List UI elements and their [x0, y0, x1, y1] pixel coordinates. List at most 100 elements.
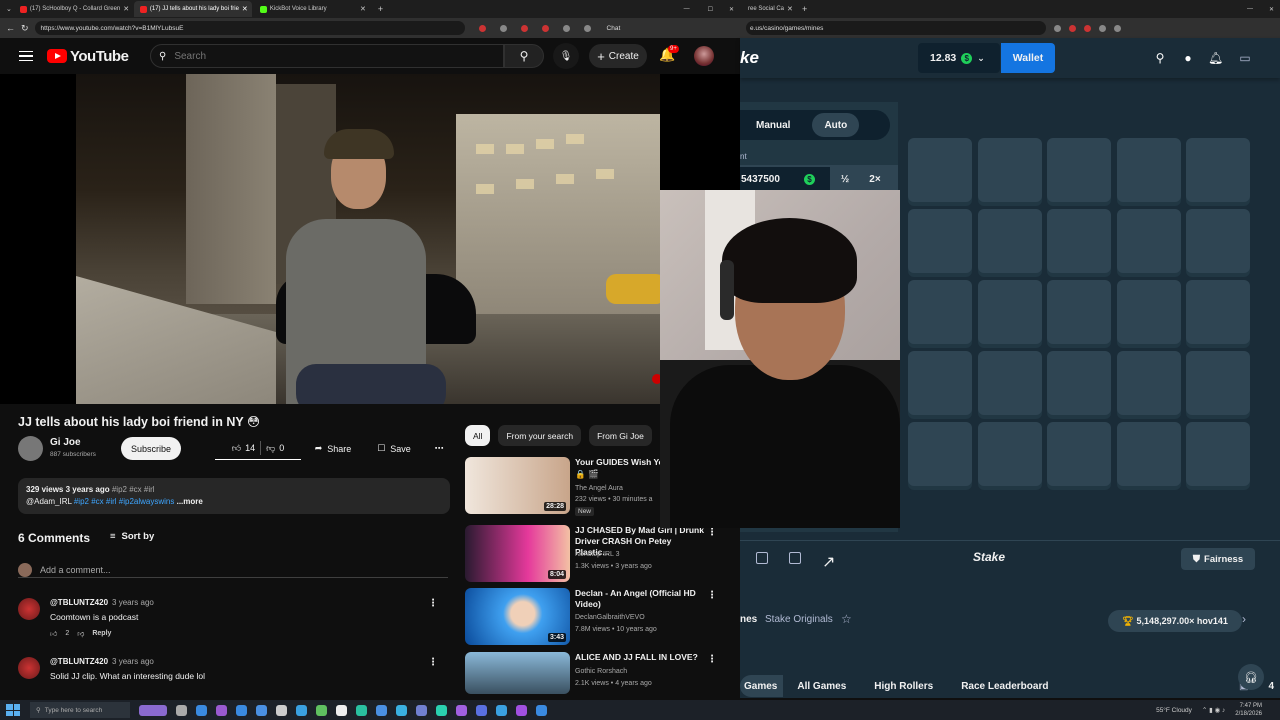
hashtags[interactable]: #ip2 #cx #irl [112, 485, 155, 494]
popout-icon[interactable]: ↗ [822, 552, 835, 571]
browser-tab[interactable]: ree Social Ca ✕ [742, 1, 794, 17]
youtube-logo[interactable]: YouTube [47, 48, 129, 65]
tray-icons[interactable]: ⌃ ▮ ◉ ♪ [1202, 706, 1225, 714]
app-icon[interactable] [476, 704, 487, 716]
mine-tile[interactable] [1047, 422, 1111, 486]
taskbar-search[interactable]: ⚲ Type here to search [30, 702, 130, 718]
tab-high-rollers[interactable]: High Rollers [860, 675, 947, 697]
mine-tile[interactable] [1186, 209, 1250, 273]
maximize-icon[interactable]: ☐ [708, 6, 713, 13]
channel-avatar[interactable] [18, 436, 43, 461]
channel-name[interactable]: Nonstop IRL 3 [575, 551, 620, 558]
mine-tile[interactable] [908, 280, 972, 344]
record-badge[interactable]: 🏆︎ 5,148,297.00× hov141 [1108, 610, 1242, 632]
avatar[interactable] [694, 46, 714, 66]
weather-widget[interactable]: 55°F Cloudy [1156, 707, 1192, 714]
new-tab-icon[interactable]: + [802, 4, 807, 14]
browser-tab-active[interactable]: (17) JJ tells about his lady boi frie ✕ [133, 1, 252, 17]
mine-tile[interactable] [908, 351, 972, 415]
chat-label[interactable]: Chat [607, 25, 621, 32]
thumbs-up-icon[interactable]: 👍︎ [50, 629, 57, 638]
half-bet-button[interactable]: ½ [830, 174, 860, 185]
user-icon[interactable]: ● [1181, 51, 1195, 65]
mine-tile[interactable] [1186, 351, 1250, 415]
video-thumbnail[interactable]: 8:04 [465, 525, 570, 582]
extension-icon[interactable] [520, 24, 528, 32]
voice-search-button[interactable]: 🎙 [553, 43, 579, 69]
more-link[interactable]: ...more [177, 497, 203, 506]
tab-manual[interactable]: Manual [744, 113, 802, 137]
chip-from-search[interactable]: From your search [498, 425, 582, 446]
app-icon[interactable] [376, 704, 387, 716]
mine-tile[interactable] [1116, 280, 1181, 344]
app-icon[interactable] [176, 704, 187, 716]
close-window-icon[interactable]: ✕ [729, 6, 734, 13]
browser-tab[interactable]: (17) ScHoolboy Q - Collard Green ✕ [14, 1, 132, 17]
notifications-bell-icon[interactable]: 🔔︎ [1208, 51, 1223, 65]
originals-label[interactable]: Stake Originals [765, 614, 833, 625]
extension-icon[interactable] [541, 24, 549, 32]
mention-link[interactable]: @Adam_IRL [26, 497, 72, 506]
wallet-button[interactable]: Wallet [1001, 43, 1055, 73]
favorite-star-icon[interactable]: ☆ [841, 612, 852, 626]
tab-games[interactable]: Games [740, 675, 784, 697]
extension-icon[interactable] [499, 24, 507, 32]
close-tab-icon[interactable]: ✕ [787, 5, 793, 13]
url-field[interactable]: e.us/casino/games/mines [746, 21, 1046, 35]
comment-author[interactable]: @TBLUNTZ420 3 years ago [50, 598, 154, 607]
mine-tile[interactable] [1116, 351, 1181, 415]
clock[interactable]: 7:47 PM 2/18/2026 [1235, 702, 1262, 718]
app-icon[interactable] [256, 704, 267, 716]
close-tab-icon[interactable]: ✕ [242, 5, 248, 13]
video-title[interactable]: Declan - An Angel (Official HD Video) [575, 588, 705, 610]
app-icon[interactable] [416, 704, 427, 716]
stats-icon[interactable] [789, 552, 801, 564]
extension-icon[interactable] [1054, 24, 1061, 32]
video-thumbnail[interactable]: 28:28 [465, 457, 570, 514]
mine-tile[interactable] [1047, 280, 1111, 344]
video-thumbnail[interactable] [465, 652, 570, 694]
chevron-right-icon[interactable]: › [1242, 612, 1246, 626]
mine-tile[interactable] [1047, 351, 1111, 415]
video-player[interactable] [0, 74, 740, 404]
channel-name[interactable]: The Angel Aura [575, 485, 623, 492]
chip-from-channel[interactable]: From Gi Joe [589, 425, 652, 446]
sort-by-button[interactable]: ≡ Sort by [110, 531, 154, 542]
like-button[interactable]: 👍︎ 14 [232, 443, 255, 454]
thumbs-down-icon[interactable]: 👎︎ [77, 629, 84, 638]
mine-tile[interactable] [977, 138, 1042, 202]
video-menu-icon[interactable]: ⋮ [707, 527, 717, 538]
app-icon[interactable] [356, 704, 367, 716]
stake-logo[interactable]: ke [740, 48, 759, 68]
dislike-button[interactable]: 👎︎ 0 [266, 443, 284, 454]
mine-tile[interactable] [908, 209, 972, 273]
subscribe-button[interactable]: Subscribe [121, 437, 181, 460]
channel-name[interactable]: DeclanGalbraithVEVO [575, 614, 645, 621]
video-title[interactable]: ALICE AND JJ FALL IN LOVE? [575, 652, 705, 663]
mine-tile[interactable] [908, 138, 972, 202]
profile-icon[interactable] [583, 24, 591, 32]
live-support-icon[interactable]: 🎧︎ [1238, 664, 1264, 690]
tab-all-games[interactable]: All Games [783, 675, 860, 697]
mine-tile[interactable] [977, 422, 1042, 486]
video-thumbnail[interactable]: 3:43 [465, 588, 570, 645]
mine-tile[interactable] [1186, 422, 1250, 486]
app-icon[interactable] [196, 704, 207, 716]
channel-name[interactable]: Gi Joe [50, 437, 81, 448]
chip-all[interactable]: All [465, 425, 491, 446]
url-field[interactable]: https://www.youtube.com/watch?v=B1MlYLub… [34, 21, 465, 35]
reply-button[interactable]: Reply [92, 630, 111, 637]
video-menu-icon[interactable]: ⋮ [707, 654, 717, 665]
search-button[interactable]: ⚲ [504, 44, 544, 68]
close-tab-icon[interactable]: ✕ [360, 5, 366, 13]
browser-tab[interactable]: KickBot Voice Library ✕ [254, 1, 372, 17]
recommended-video[interactable]: ALICE AND JJ FALL IN LOVE? Gothic Rorsha… [465, 652, 735, 694]
app-icon[interactable] [276, 704, 287, 716]
fairness-button[interactable]: ⛊ Fairness [1181, 548, 1255, 570]
minimize-icon[interactable]: — [1247, 6, 1253, 12]
menu-icon[interactable] [19, 50, 33, 62]
tab-race-leaderboard[interactable]: Race Leaderboard [947, 675, 1062, 697]
app-icon[interactable] [236, 704, 247, 716]
video-menu-icon[interactable]: ⋮ [707, 590, 717, 601]
app-icon[interactable] [316, 704, 327, 716]
